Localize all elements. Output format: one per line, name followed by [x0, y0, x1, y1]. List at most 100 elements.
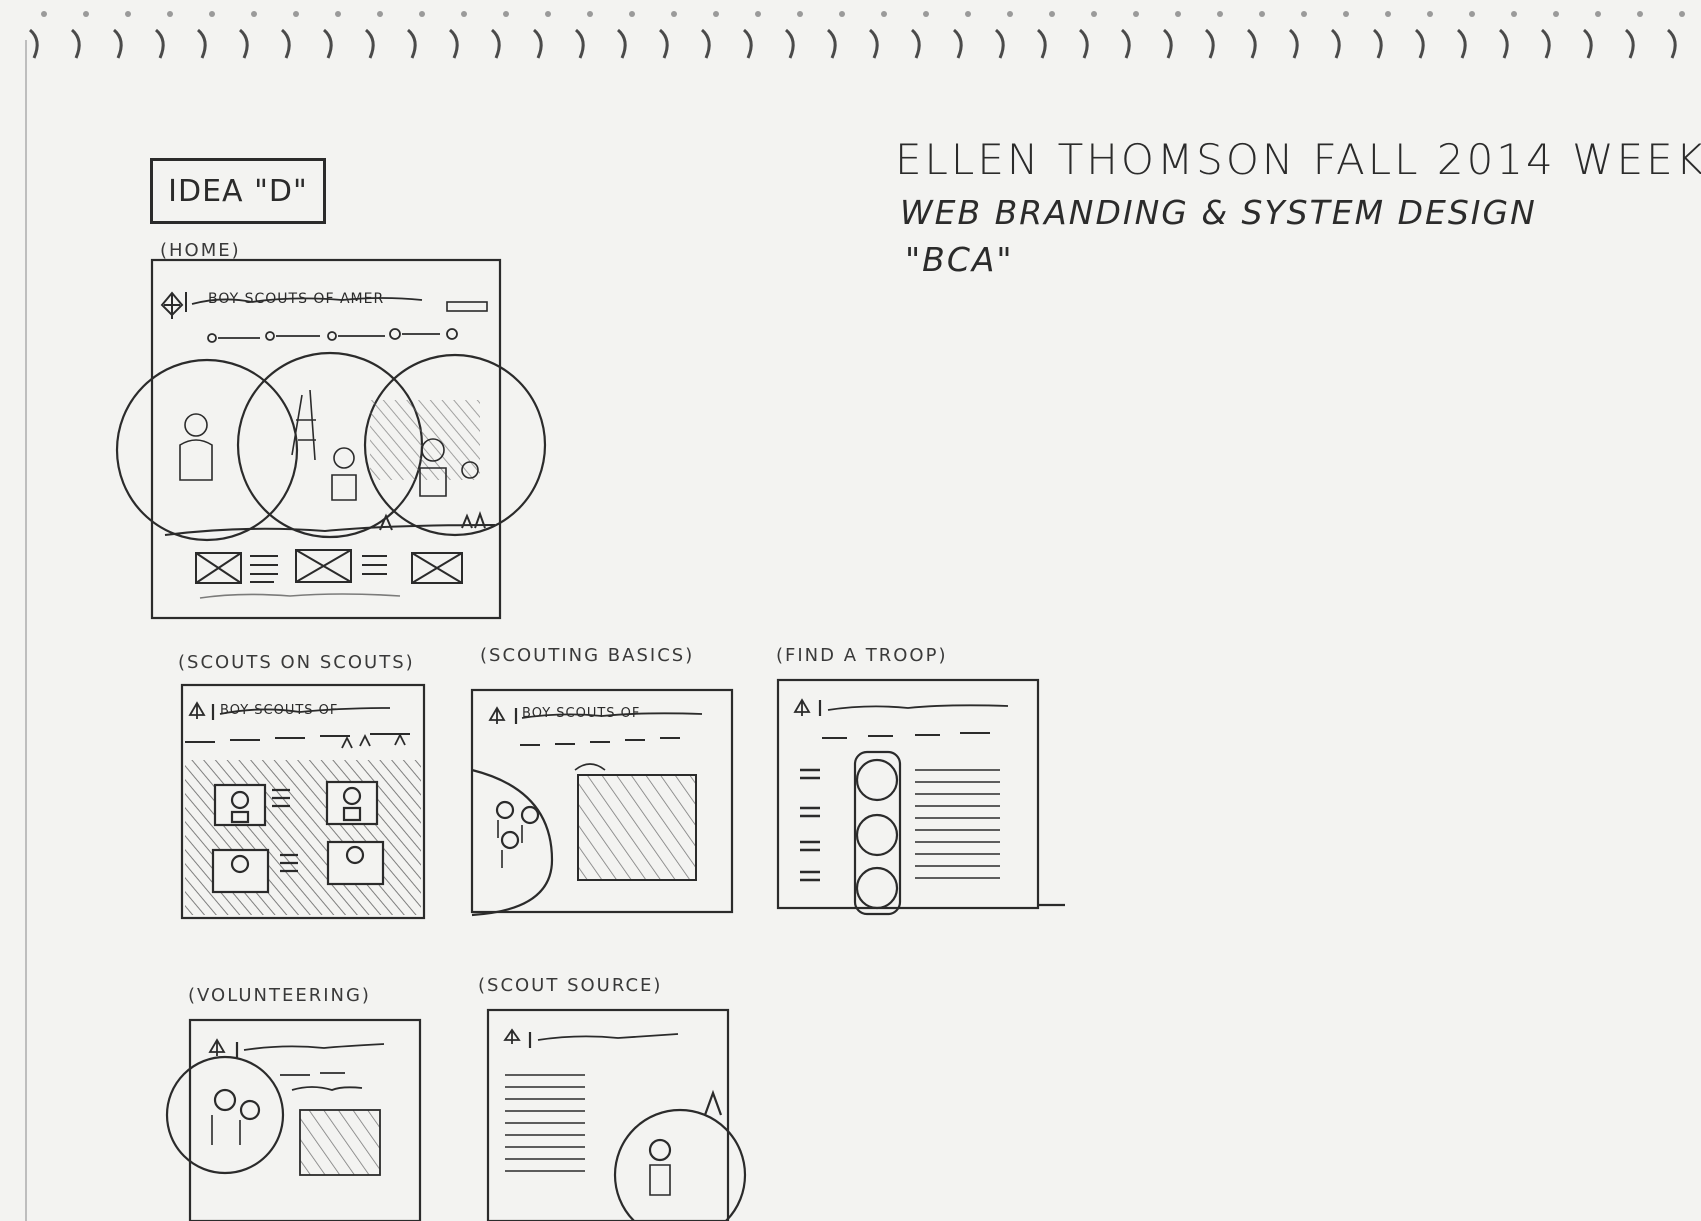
scouts-on-scouts-nav-text: BOY SCOUTS OF: [220, 703, 339, 718]
spiral-hole: [1679, 11, 1685, 17]
spiral-hole: [1595, 11, 1601, 17]
spiral-ring: [448, 28, 459, 59]
spiral-ring: [1288, 28, 1299, 59]
spiral-hole: [839, 11, 845, 17]
sketch-label-volunteering: (VOLUNTEERING): [188, 985, 371, 1006]
spiral-hole: [713, 11, 719, 17]
spiral-ring: [742, 28, 753, 59]
spiral-ring: [1498, 28, 1509, 59]
spiral-hole: [629, 11, 635, 17]
spiral-ring: [28, 28, 39, 59]
spiral-hole: [1427, 11, 1433, 17]
home-feature-row: [195, 549, 463, 584]
spiral-ring: [532, 28, 543, 59]
sketch-label-scouting-basics: (SCOUTING BASICS): [480, 645, 695, 666]
spiral-hole: [923, 11, 929, 17]
spiral-hole: [1175, 11, 1181, 17]
spiral-hole: [293, 11, 299, 17]
spiral-hole: [335, 11, 341, 17]
spiral-ring: [1078, 28, 1089, 59]
sketchbook-page: IDEA "D" ELLEN THOMSON FALL 2014 WEEK 2 …: [0, 0, 1701, 1221]
spiral-hole: [461, 11, 467, 17]
spiral-hole: [1091, 11, 1097, 17]
spiral-hole: [671, 11, 677, 17]
spiral-ring: [1456, 28, 1467, 59]
spiral-ring: [574, 28, 585, 59]
spiral-ring: [238, 28, 249, 59]
scout-source-sketch: [486, 1008, 747, 1221]
spiral-ring: [1204, 28, 1215, 59]
spiral-ring: [70, 28, 81, 59]
spiral-ring: [154, 28, 165, 59]
volunteering-sketch: [165, 1018, 422, 1221]
spiral-ring: [1624, 28, 1635, 59]
scouting-basics-nav-text: BOY SCOUTS OF: [522, 706, 641, 721]
home-logo-icon: [160, 291, 184, 319]
spiral-hole: [41, 11, 47, 17]
spiral-hole: [1511, 11, 1517, 17]
spiral-hole: [1049, 11, 1055, 17]
spiral-hole: [419, 11, 425, 17]
spiral-ring: [952, 28, 963, 59]
sketch-label-find-a-troop: (FIND A TROOP): [776, 645, 948, 666]
spiral-hole: [1007, 11, 1013, 17]
find-a-troop-sketch: [776, 678, 1065, 916]
home-hero-circles: [115, 351, 547, 542]
spiral-ring: [1036, 28, 1047, 59]
spiral-ring: [1162, 28, 1173, 59]
spiral-hole: [1385, 11, 1391, 17]
spiral-ring: [112, 28, 123, 59]
spiral-hole: [1343, 11, 1349, 17]
idea-label-box: IDEA "D": [150, 158, 326, 224]
spiral-hole: [377, 11, 383, 17]
sketch-label-scouts-on-scouts: (SCOUTS ON SCOUTS): [178, 652, 415, 673]
spiral-hole: [503, 11, 509, 17]
spiral-hole: [1133, 11, 1139, 17]
spiral-ring: [280, 28, 291, 59]
spiral-ring: [364, 28, 375, 59]
spiral-ring: [490, 28, 501, 59]
spiral-hole: [167, 11, 173, 17]
spiral-ring: [1120, 28, 1131, 59]
spiral-ring: [1582, 28, 1593, 59]
spiral-hole: [1469, 11, 1475, 17]
scouting-basics-sketch: [470, 688, 734, 917]
spiral-hole: [1217, 11, 1223, 17]
spiral-ring: [1372, 28, 1383, 59]
sketch-label-scout-source: (SCOUT SOURCE): [478, 975, 663, 996]
spiral-hole: [545, 11, 551, 17]
troop-list-marks: [800, 768, 820, 882]
spiral-ring: [868, 28, 879, 59]
spiral-ring: [1666, 28, 1677, 59]
spiral-hole: [1637, 11, 1643, 17]
spiral-ring: [994, 28, 1005, 59]
spiral-ring: [196, 28, 207, 59]
spiral-binding: [28, 11, 1685, 59]
spiral-hole: [797, 11, 803, 17]
troop-text-lines: [915, 769, 1000, 879]
spiral-ring: [700, 28, 711, 59]
header-course: WEB BRANDING & SYSTEM DESIGN: [900, 193, 1537, 232]
header-title: ELLEN THOMSON FALL 2014 WEEK 2: [895, 135, 1701, 184]
spiral-hole: [125, 11, 131, 17]
home-sketch: [115, 258, 547, 620]
spiral-ring: [910, 28, 921, 59]
spiral-ring: [1540, 28, 1551, 59]
spiral-hole: [83, 11, 89, 17]
spiral-hole: [1259, 11, 1265, 17]
spiral-hole: [965, 11, 971, 17]
spiral-ring: [1414, 28, 1425, 59]
spiral-ring: [658, 28, 669, 59]
spiral-ring: [616, 28, 627, 59]
spiral-ring: [322, 28, 333, 59]
home-treeline: [164, 511, 496, 536]
scouts-on-scouts-sketch: [180, 683, 426, 920]
spiral-ring: [784, 28, 795, 59]
spiral-hole: [755, 11, 761, 17]
spiral-ring: [1330, 28, 1341, 59]
sketch-label-home: (HOME): [160, 240, 241, 261]
spiral-hole: [587, 11, 593, 17]
spiral-hole: [1301, 11, 1307, 17]
spiral-ring: [406, 28, 417, 59]
header-project: "BCA": [905, 240, 1014, 279]
